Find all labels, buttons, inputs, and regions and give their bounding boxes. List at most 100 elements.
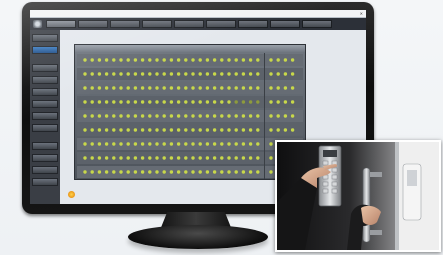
door-indicator[interactable] [169,100,174,104]
door-indicator[interactable] [212,58,217,62]
door-indicator[interactable] [227,86,231,90]
door-indicator[interactable] [176,142,181,146]
door-indicator[interactable] [241,58,246,62]
door-indicator[interactable] [83,156,87,160]
door-indicator[interactable] [269,114,273,118]
door-indicator[interactable] [198,86,202,90]
sidebar-item-6[interactable] [32,100,58,108]
door-indicator[interactable] [176,128,181,132]
door-indicator[interactable] [176,72,181,76]
door-indicator[interactable] [269,100,273,104]
door-indicator[interactable] [133,114,138,118]
door-indicator[interactable] [148,142,152,146]
door-indicator[interactable] [140,128,145,132]
door-indicator[interactable] [220,100,224,104]
door-indicator[interactable] [290,100,295,104]
door-indicator[interactable] [234,156,238,160]
door-indicator[interactable] [119,86,123,90]
door-indicator[interactable] [212,114,217,118]
door-indicator[interactable] [97,72,102,76]
door-indicator[interactable] [212,142,217,146]
door-indicator[interactable] [241,100,246,104]
sidebar-item-8[interactable] [32,124,58,132]
sidebar-item-11[interactable] [32,166,58,174]
door-indicator[interactable] [140,142,145,146]
door-indicator[interactable] [112,72,116,76]
door-indicator[interactable] [148,156,152,160]
sidebar-item-2[interactable] [32,46,58,54]
tab-5[interactable] [174,20,204,28]
door-indicator[interactable] [241,170,246,174]
door-indicator[interactable] [176,114,181,118]
door-indicator[interactable] [227,170,231,174]
tab-8[interactable] [270,20,300,28]
door-indicator[interactable] [140,58,145,62]
door-indicator[interactable] [140,72,145,76]
door-indicator[interactable] [248,72,253,76]
tab-7[interactable] [238,20,268,28]
door-indicator[interactable] [176,156,181,160]
door-indicator[interactable] [83,128,87,132]
door-indicator[interactable] [104,86,109,90]
door-indicator[interactable] [126,128,130,132]
door-indicator[interactable] [162,86,166,90]
door-indicator[interactable] [90,100,94,104]
sidebar-item-3[interactable] [32,64,58,72]
door-indicator[interactable] [248,86,253,90]
door-indicator[interactable] [290,72,295,76]
door-indicator[interactable] [198,142,202,146]
door-indicator[interactable] [205,72,210,76]
door-indicator[interactable] [205,142,210,146]
door-indicator[interactable] [112,142,116,146]
door-indicator[interactable] [234,58,238,62]
door-indicator[interactable] [191,114,195,118]
door-indicator[interactable] [155,170,159,174]
door-indicator[interactable] [126,86,130,90]
door-indicator[interactable] [119,156,123,160]
door-indicator[interactable] [162,156,166,160]
door-indicator[interactable] [104,114,109,118]
door-indicator[interactable] [205,86,210,90]
door-indicator[interactable] [184,100,188,104]
door-indicator[interactable] [234,114,238,118]
door-indicator[interactable] [90,170,94,174]
door-indicator[interactable] [133,72,138,76]
door-indicator[interactable] [191,72,195,76]
door-indicator[interactable] [256,100,260,104]
door-indicator[interactable] [248,58,253,62]
door-indicator[interactable] [234,128,238,132]
door-indicator[interactable] [198,128,202,132]
door-indicator[interactable] [112,128,116,132]
sidebar-item-4[interactable] [32,76,58,84]
door-indicator[interactable] [83,86,87,90]
door-indicator[interactable] [126,156,130,160]
door-indicator[interactable] [97,142,102,146]
door-indicator[interactable] [227,114,231,118]
door-indicator[interactable] [104,170,109,174]
tab-3[interactable] [110,20,140,28]
door-indicator[interactable] [198,72,202,76]
door-indicator[interactable] [220,156,224,160]
door-indicator[interactable] [220,58,224,62]
door-indicator[interactable] [234,170,238,174]
door-indicator[interactable] [104,156,109,160]
door-indicator[interactable] [256,170,260,174]
door-indicator[interactable] [112,100,116,104]
door-indicator[interactable] [155,142,159,146]
door-indicator[interactable] [184,114,188,118]
sidebar-item-12[interactable] [32,178,58,186]
door-indicator[interactable] [205,128,210,132]
door-indicator[interactable] [191,142,195,146]
door-indicator[interactable] [220,128,224,132]
door-indicator[interactable] [248,100,253,104]
door-indicator[interactable] [212,128,217,132]
door-indicator[interactable] [97,156,102,160]
door-indicator[interactable] [227,128,231,132]
door-indicator[interactable] [205,114,210,118]
door-indicator[interactable] [140,170,145,174]
door-indicator[interactable] [169,170,174,174]
door-indicator[interactable] [104,72,109,76]
door-indicator[interactable] [290,114,295,118]
close-icon[interactable]: ✕ [360,10,363,18]
door-indicator[interactable] [90,72,94,76]
